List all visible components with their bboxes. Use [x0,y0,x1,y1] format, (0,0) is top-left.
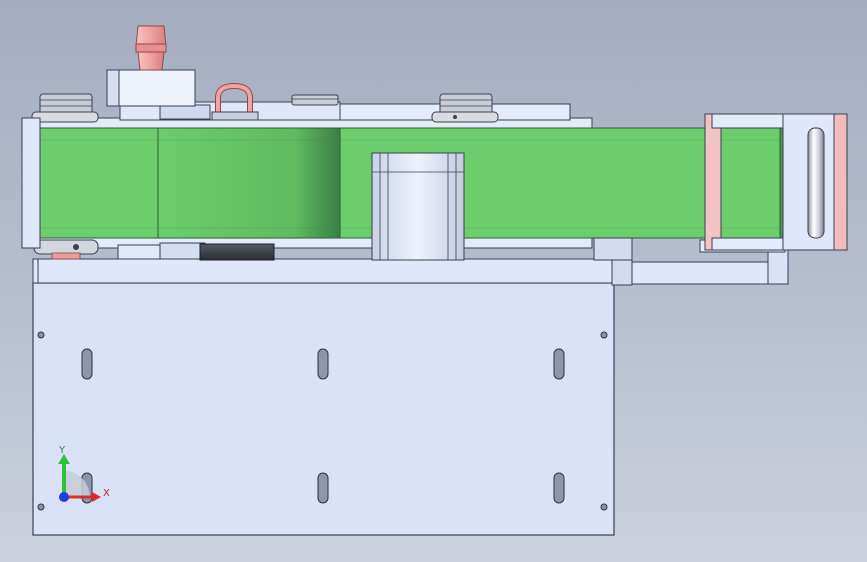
air-nozzle [135,25,167,71]
cad-viewport[interactable]: Y X [0,0,867,562]
triad-z-axis [59,492,69,502]
triad-y-label: Y [58,445,66,456]
drive-motor [371,152,465,261]
base-plate[interactable] [32,282,615,536]
base-top-rail [32,258,633,286]
motor-housing [106,69,196,107]
triad-x-label: X [103,488,110,499]
left-side-plate [21,117,41,249]
